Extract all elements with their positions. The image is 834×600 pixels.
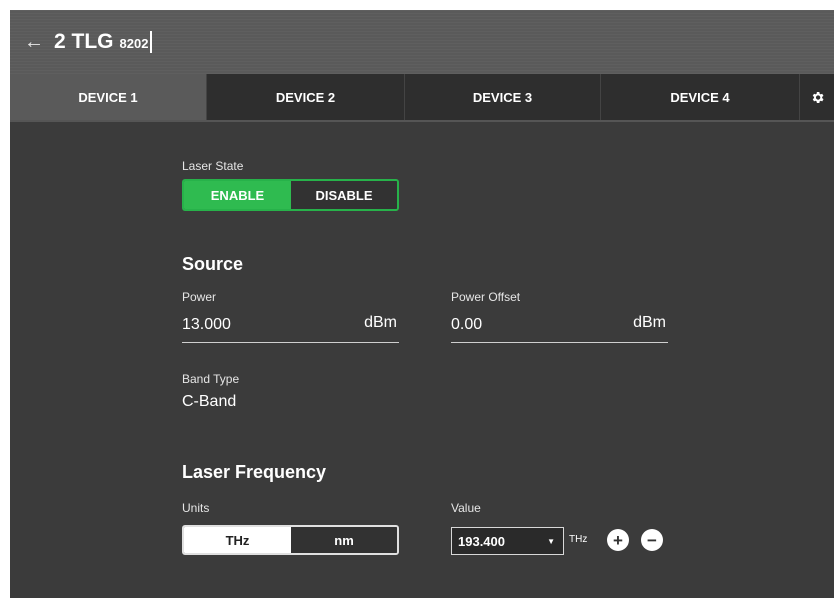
dropdown-arrow-icon: ▼	[547, 536, 555, 546]
power-offset-label: Power Offset	[451, 290, 521, 304]
power-field[interactable]: 13.000 dBm	[182, 312, 399, 343]
device-tabs: DEVICE 1 DEVICE 2 DEVICE 3 DEVICE 4	[10, 74, 834, 122]
disable-button[interactable]: DISABLE	[291, 181, 397, 209]
band-type-label: Band Type	[182, 372, 240, 386]
tab-device-4[interactable]: DEVICE 4	[601, 74, 800, 120]
band-type-value: C-Band	[182, 393, 237, 410]
gear-icon	[812, 91, 823, 103]
value-label: Value	[451, 501, 481, 515]
laser-frequency-title: Laser Frequency	[182, 462, 327, 482]
frequency-unit: THz	[569, 534, 588, 545]
units-label: Units	[182, 501, 210, 515]
thz-button[interactable]: THz	[184, 527, 291, 553]
power-label: Power	[182, 290, 217, 304]
frequency-select[interactable]: 193.400 ▼	[451, 527, 564, 555]
increment-button[interactable]: +	[607, 529, 629, 551]
laser-state-label: Laser State	[182, 159, 244, 173]
back-arrow-icon[interactable]: ←	[24, 32, 54, 52]
tab-device-1[interactable]: DEVICE 1	[10, 74, 207, 120]
tab-device-2[interactable]: DEVICE 2	[207, 74, 405, 120]
power-value: 13.000	[182, 316, 231, 333]
app-window: ← 2 TLG 8202 DEVICE 1 DEVICE 2 DEVICE 3 …	[10, 10, 834, 598]
power-unit: dBm	[364, 314, 397, 331]
decrement-button[interactable]: −	[641, 529, 663, 551]
power-offset-value: 0.00	[451, 316, 483, 333]
power-offset-field[interactable]: 0.00 dBm	[451, 312, 668, 343]
title-text: 2 TLG	[54, 30, 114, 53]
source-title: Source	[182, 254, 244, 274]
title-model: 8202	[119, 36, 149, 51]
app-header: ← 2 TLG 8202	[10, 10, 834, 74]
power-offset-unit: dBm	[633, 314, 666, 331]
text-caret	[150, 31, 153, 53]
units-toggle: THz nm	[182, 525, 399, 555]
enable-button[interactable]: ENABLE	[184, 181, 291, 209]
frequency-value: 193.400	[458, 533, 505, 549]
page-title[interactable]: 2 TLG 8202	[54, 30, 153, 54]
nm-button[interactable]: nm	[291, 527, 397, 553]
settings-button[interactable]	[800, 74, 834, 120]
tab-device-3[interactable]: DEVICE 3	[405, 74, 601, 120]
laser-state-toggle: ENABLE DISABLE	[182, 179, 399, 211]
